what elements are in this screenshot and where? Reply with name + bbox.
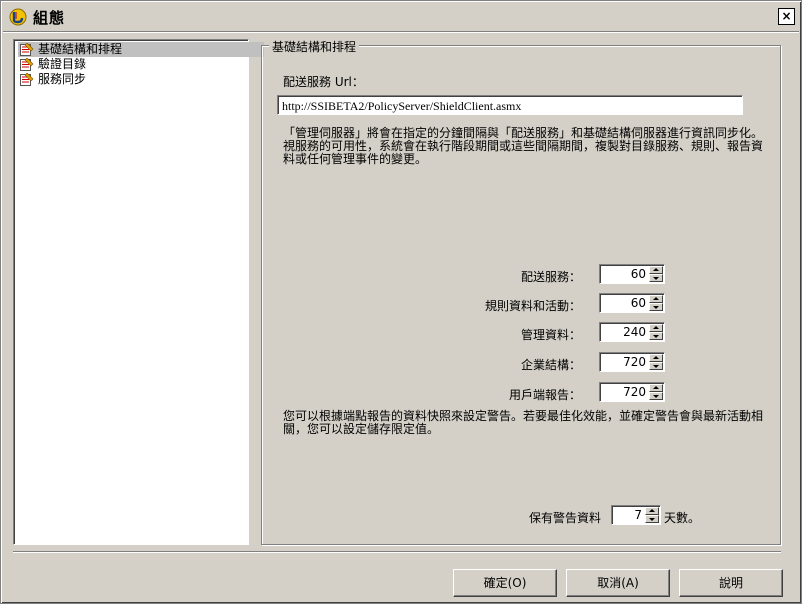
retain-alerts-days-stepper[interactable]: 7 bbox=[611, 505, 661, 525]
tree-item-service-sync[interactable]: 服務同步 bbox=[18, 72, 86, 87]
stepper-value[interactable]: 720 bbox=[602, 353, 646, 371]
stepper-buttons bbox=[649, 384, 663, 400]
title-divider bbox=[3, 31, 799, 33]
settings-group-box bbox=[261, 45, 781, 545]
tree-item-label: 基礎結構和排程 bbox=[38, 42, 123, 56]
stepper-down-icon[interactable] bbox=[649, 274, 663, 282]
stepper-value[interactable]: 60 bbox=[602, 294, 646, 312]
alert-description: 您可以根據端點報告的資料快照來設定警告。若要最佳化效能，並確定警告會與最新活動相… bbox=[283, 410, 779, 436]
group-box-title: 基礎結構和排程 bbox=[269, 38, 360, 55]
app-logo-icon bbox=[9, 8, 27, 26]
stepper-buttons bbox=[649, 266, 663, 282]
alert-description-line-2: 關，您可以設定儲存限定值。 bbox=[283, 422, 440, 436]
settings-page-icon bbox=[20, 73, 34, 86]
admin-data-interval-label: 管理資料： bbox=[520, 328, 581, 342]
tree-item-authentication-directory[interactable]: 驗證目錄 bbox=[18, 57, 86, 72]
stepper-down-icon[interactable] bbox=[645, 515, 659, 523]
help-button[interactable]: 說明 bbox=[679, 569, 783, 597]
sync-description-line-3: 料或任何管理事件的變更。 bbox=[283, 152, 428, 166]
stepper-up-icon[interactable] bbox=[649, 295, 663, 303]
cancel-button[interactable]: 取消(A) bbox=[566, 569, 670, 597]
stepper-down-icon[interactable] bbox=[649, 362, 663, 370]
stepper-down-icon[interactable] bbox=[649, 303, 663, 311]
window-title: 組態 bbox=[33, 9, 66, 27]
stepper-value[interactable]: 240 bbox=[602, 323, 646, 341]
stepper-up-icon[interactable] bbox=[649, 324, 663, 332]
client-reports-interval-label: 用戶端報告： bbox=[508, 388, 581, 402]
sync-description: 「管理伺服器」將會在指定的分鐘間隔與「配送服務」和基礎結構伺服器進行資訊同步化。… bbox=[283, 127, 779, 166]
policy-data-interval-stepper[interactable]: 60 bbox=[599, 293, 665, 313]
stepper-buttons bbox=[649, 295, 663, 311]
title-bar[interactable]: 組態 × bbox=[3, 3, 799, 29]
stepper-buttons bbox=[649, 354, 663, 370]
settings-page-icon bbox=[20, 43, 34, 56]
tree-item-label: 驗證目錄 bbox=[38, 57, 87, 71]
ok-button[interactable]: 確定(O) bbox=[453, 569, 557, 597]
stepper-down-icon[interactable] bbox=[649, 332, 663, 340]
admin-data-interval-stepper[interactable]: 240 bbox=[599, 322, 665, 342]
settings-page-icon bbox=[20, 58, 34, 71]
footer-divider bbox=[13, 551, 781, 553]
stepper-down-icon[interactable] bbox=[649, 392, 663, 400]
close-button[interactable]: × bbox=[778, 8, 795, 25]
navigation-tree: 基礎結構和排程 驗證目錄 服務同步 bbox=[13, 39, 264, 545]
url-label: 配送服務 Url： bbox=[283, 75, 364, 89]
tree-item-infrastructure-scheduling[interactable]: 基礎結構和排程 bbox=[18, 42, 264, 57]
distribution-service-interval-label: 配送服務： bbox=[520, 270, 581, 284]
stepper-buttons bbox=[645, 507, 659, 523]
enterprise-structure-interval-stepper[interactable]: 720 bbox=[599, 352, 665, 372]
retain-alerts-unit: 天數。 bbox=[664, 511, 701, 525]
stepper-buttons bbox=[649, 324, 663, 340]
stepper-up-icon[interactable] bbox=[649, 384, 663, 392]
stepper-up-icon[interactable] bbox=[649, 266, 663, 274]
stepper-value[interactable]: 60 bbox=[602, 265, 646, 283]
policy-data-interval-label: 規則資料和活動： bbox=[484, 299, 581, 313]
distribution-service-url-input[interactable]: http://SSIBETA2/PolicyServer/ShieldClien… bbox=[277, 95, 743, 115]
distribution-service-interval-stepper[interactable]: 60 bbox=[599, 264, 665, 284]
retain-alerts-label: 保有警告資料 bbox=[529, 511, 602, 525]
stepper-up-icon[interactable] bbox=[645, 507, 659, 515]
stepper-up-icon[interactable] bbox=[649, 354, 663, 362]
stepper-value[interactable]: 7 bbox=[614, 506, 642, 524]
enterprise-structure-interval-label: 企業結構： bbox=[520, 358, 581, 372]
stepper-value[interactable]: 720 bbox=[602, 383, 646, 401]
configuration-window: 組態 × 基礎結構和排程 驗證目錄 服務同步 基礎結構和排程 配送服務 Url：… bbox=[0, 0, 802, 604]
client-reports-interval-stepper[interactable]: 720 bbox=[599, 382, 665, 402]
tree-item-label: 服務同步 bbox=[38, 72, 87, 86]
